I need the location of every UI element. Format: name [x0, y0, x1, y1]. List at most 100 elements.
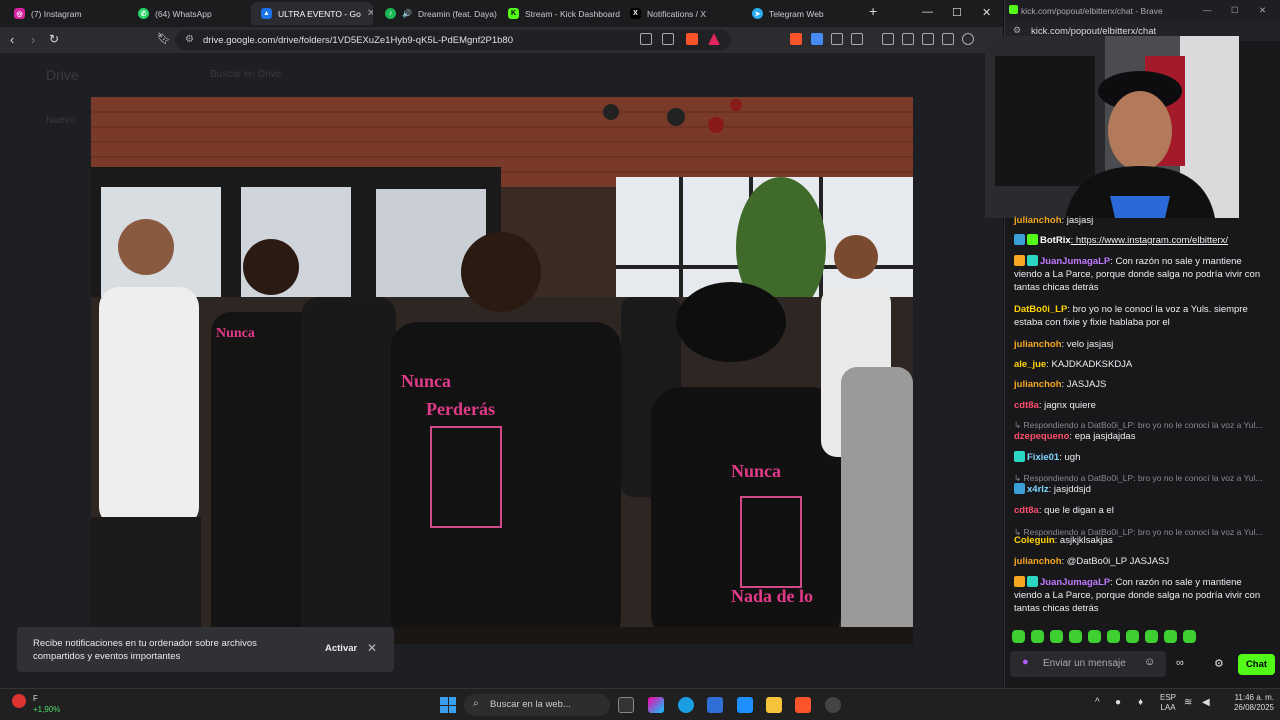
close-window-button[interactable]: ✕: [982, 6, 991, 19]
screenshot-icon[interactable]: [851, 33, 863, 45]
chat-username[interactable]: julianchoh: [1014, 379, 1062, 390]
chat-username[interactable]: dzepequeno: [1014, 431, 1069, 442]
chat-message: JuanJumagaLP: Con razón no sale y mantie…: [1014, 576, 1270, 615]
close-window-button[interactable]: ✕: [1259, 5, 1266, 16]
link-icon[interactable]: ∞: [1176, 657, 1184, 669]
chat-username[interactable]: JuanJumagaLP: [1040, 577, 1110, 588]
extensions-icon[interactable]: [831, 33, 843, 45]
cast-icon[interactable]: [640, 33, 652, 45]
media-icon[interactable]: [882, 33, 894, 45]
emote-icon[interactable]: [1145, 630, 1158, 643]
file-explorer-icon[interactable]: [766, 697, 782, 713]
emote-icon[interactable]: [1069, 630, 1082, 643]
chat-message: x4rlz: jasjddsjd: [1014, 483, 1270, 496]
microphone-tray-icon[interactable]: ♦: [1138, 698, 1143, 708]
emote-icon[interactable]: [1031, 630, 1044, 643]
brave-icon[interactable]: [795, 697, 811, 713]
snipping-tool-icon[interactable]: [737, 697, 753, 713]
drive-search-input[interactable]: Buscar en Drive: [210, 69, 281, 80]
task-view-icon[interactable]: [618, 697, 634, 713]
translate-icon[interactable]: [811, 33, 823, 45]
chat-input[interactable]: ● Enviar un mensaje ☺: [1010, 651, 1166, 677]
emote-icon[interactable]: [1107, 630, 1120, 643]
chat-message: julianchoh: JASJAJS: [1014, 378, 1270, 391]
emoji-icon[interactable]: ☺: [1144, 656, 1155, 668]
chat-username[interactable]: julianchoh: [1014, 556, 1062, 567]
chat-username[interactable]: Coleguin: [1014, 535, 1055, 546]
tab-instagram[interactable]: ◎ (7) Instagram: [4, 2, 128, 25]
brave-shields-icon[interactable]: [686, 33, 698, 45]
tab-whatsapp[interactable]: ✆ (64) WhatsApp: [128, 2, 251, 25]
tab-ultra-evento[interactable]: ▲ ULTRA EVENTO - Go ✕: [251, 2, 373, 25]
chat-message: cdt8a: jagnx quiere: [1014, 399, 1270, 412]
language-indicator[interactable]: ESP LAA: [1160, 693, 1176, 713]
chat-text: : JASJAJS: [1061, 379, 1107, 390]
new-tab-button[interactable]: +: [869, 3, 877, 19]
share-icon[interactable]: [662, 33, 674, 45]
chat-message: julianchoh: @DatBo0i_LP JASJASJ: [1014, 555, 1270, 568]
windows-start-icon[interactable]: [440, 697, 456, 713]
taskbar-search[interactable]: ⌕ Buscar en la web...: [464, 694, 610, 716]
emote-icon[interactable]: [1088, 630, 1101, 643]
bookmark-icon[interactable]: 🔖︎: [157, 32, 171, 45]
sidebar-icon[interactable]: [902, 33, 914, 45]
minimize-button[interactable]: —: [922, 6, 933, 18]
chat-username[interactable]: cdt8a: [1014, 400, 1039, 411]
site-info-icon[interactable]: ⚙: [1013, 25, 1021, 36]
copilot-icon[interactable]: [648, 697, 664, 713]
svg-text:Nunca: Nunca: [731, 461, 781, 481]
enable-notifications-button[interactable]: Activar: [325, 643, 357, 654]
tab-kick-dashboard[interactable]: K Stream - Kick Dashboard: [498, 2, 620, 25]
chat-username[interactable]: julianchoh: [1014, 339, 1062, 350]
wifi-icon[interactable]: ≋: [1184, 698, 1192, 708]
emote-icon[interactable]: [1050, 630, 1063, 643]
maximize-button[interactable]: ☐: [1231, 5, 1239, 16]
chat-text: : epa jasjdajdas: [1069, 431, 1136, 442]
clock[interactable]: 11:46 a. m. 26/08/2025: [1222, 693, 1274, 713]
app-tray-icon[interactable]: ●: [1115, 698, 1121, 708]
obs-icon[interactable]: [825, 697, 841, 713]
reload-button[interactable]: ↻: [49, 32, 59, 46]
emote-icon[interactable]: [1012, 630, 1025, 643]
close-icon[interactable]: ✕: [367, 641, 377, 655]
chat-username[interactable]: x4rlz: [1027, 484, 1049, 495]
emote-icon[interactable]: [1164, 630, 1177, 643]
x-icon: X: [630, 8, 641, 19]
svg-text:Nunca: Nunca: [401, 371, 451, 391]
back-button[interactable]: ‹: [10, 32, 14, 47]
store-icon[interactable]: [707, 697, 723, 713]
forward-button[interactable]: ›: [31, 32, 35, 47]
tab-x-notifications[interactable]: X Notifications / X: [620, 2, 742, 25]
volume-icon[interactable]: ◀: [1202, 698, 1210, 708]
image-preview[interactable]: Nunca Perderás Nunca Nada de lo Nunca: [91, 97, 913, 644]
chat-username[interactable]: DatBo0i_LP: [1014, 304, 1067, 315]
microphone-icon[interactable]: ●: [1022, 656, 1029, 668]
chat-username[interactable]: Fixie01: [1027, 452, 1059, 463]
language-code: ESP: [1160, 693, 1177, 702]
chat-username[interactable]: JuanJumagaLP: [1040, 256, 1110, 267]
leo-icon[interactable]: [942, 33, 954, 45]
close-tab-icon[interactable]: ✕: [367, 8, 373, 19]
chevron-up-icon[interactable]: ^: [1095, 698, 1100, 708]
emote-icon[interactable]: [1126, 630, 1139, 643]
minimize-button[interactable]: —: [1203, 5, 1212, 15]
chat-username[interactable]: julianchoh: [1014, 215, 1062, 226]
chat-username[interactable]: ale_jue: [1014, 359, 1046, 370]
site-info-icon[interactable]: ⚙: [185, 34, 194, 45]
edge-icon[interactable]: [678, 697, 694, 713]
chat-username[interactable]: BotRix: [1040, 235, 1071, 246]
maximize-button[interactable]: ☐: [952, 6, 962, 19]
tab-telegram[interactable]: ➤ Telegram Web: [742, 2, 864, 25]
chat-username[interactable]: cdt8a: [1014, 505, 1039, 516]
chat-text: : https://www.instagram.com/elbitterx/: [1070, 235, 1228, 246]
emote-icon[interactable]: [1183, 630, 1196, 643]
wallet-icon[interactable]: [922, 33, 934, 45]
gear-icon[interactable]: ⚙: [1214, 657, 1224, 670]
send-chat-button[interactable]: Chat: [1238, 654, 1275, 675]
stock-widget-icon[interactable]: [12, 694, 26, 708]
vpn-icon[interactable]: [962, 33, 974, 45]
chat-text: : KAJDKADKSKDJA: [1046, 359, 1133, 370]
tab-dreamin[interactable]: ♪ 🔊 Dreamin (feat. Daya): [375, 2, 497, 25]
extension-icon[interactable]: [790, 33, 802, 45]
drive-new-button[interactable]: Nuevo: [46, 115, 75, 126]
